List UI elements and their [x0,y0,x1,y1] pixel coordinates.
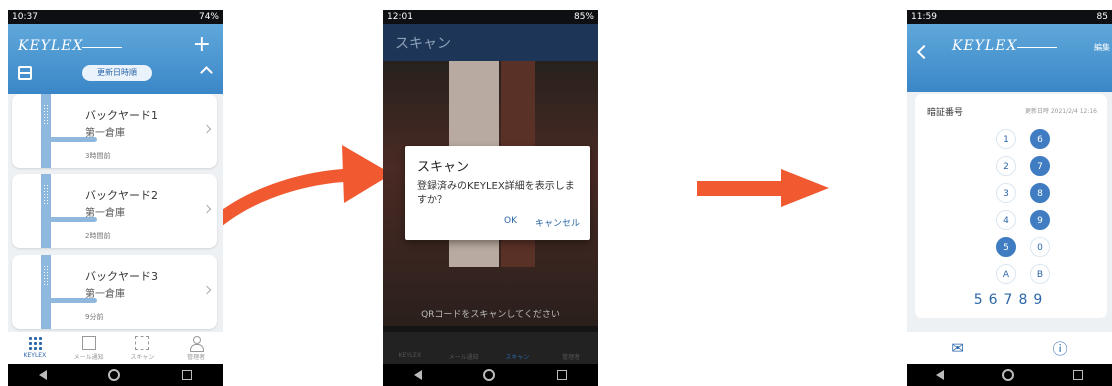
back-icon[interactable] [413,370,422,380]
back-icon[interactable] [38,370,47,380]
keypad-key-5[interactable]: 5 [996,237,1016,257]
person-icon [189,336,205,352]
status-time: 10:37 [12,12,38,22]
logo-line [1017,47,1057,48]
lock-card[interactable]: バックヤード3 第一倉庫 9分前 [12,255,217,329]
tab-mail[interactable]: メール通知 [66,336,111,364]
status-bar: 12:01 85% [383,10,598,24]
keypad-key-9[interactable]: 9 [1030,210,1050,230]
keypad-key-4[interactable]: 4 [996,210,1016,230]
dialog-actions: OK キャンセル [504,216,580,229]
tab-admin[interactable]: 管理者 [549,336,594,364]
grid-icon [27,336,42,350]
card-time: 9分前 [85,313,104,321]
bottom-tab-bar: KEYLEX メール通知 スキャン 管理者 [383,332,598,364]
chevron-right-icon [202,204,212,214]
lock-card[interactable]: バックヤード2 第一倉庫 2時間前 [12,174,217,248]
back-icon[interactable] [936,370,945,380]
keypad-key-6[interactable]: 6 [1030,129,1050,149]
back-arrow-icon[interactable] [916,44,932,60]
home-icon[interactable] [483,369,496,381]
card-time: 2時間前 [85,232,111,240]
tab-keylex[interactable]: KEYLEX [387,336,432,364]
keypad-key-8[interactable]: 8 [1030,183,1050,203]
updated-time: 更新日時 2021/2/4 12:16 [1024,108,1097,115]
ok-button[interactable]: OK [504,216,517,229]
chevron-right-icon [202,124,212,134]
tab-scan[interactable]: スキャン [120,336,165,364]
status-battery: 85 [1096,12,1108,22]
phone-list-screen: 10:37 74% KEYLEX + 更新日時順 バックヤード1 第一倉庫 3時… [8,10,223,386]
recent-apps-icon[interactable] [182,370,193,380]
tab-admin[interactable]: 管理者 [174,336,219,364]
recent-apps-icon[interactable] [1072,370,1083,380]
card-name: バックヤード1 [85,109,158,122]
scan-header: スキャン [383,24,598,61]
app-header: KEYLEX + 更新日時順 [8,24,223,94]
status-bar: 10:37 74% [8,10,223,24]
person-icon [564,336,578,350]
mail-icon [457,336,471,350]
home-icon[interactable] [108,369,121,381]
status-time: 11:59 [911,12,937,22]
card-location: 第一倉庫 [85,289,125,300]
keypad-key-3[interactable]: 3 [996,183,1016,203]
system-nav [8,364,223,386]
card-time: 3時間前 [85,152,111,160]
right-arrow-head [781,169,829,207]
keypad-key-1[interactable]: 1 [996,129,1016,149]
qr-icon [510,336,524,350]
status-battery: 74% [198,12,219,22]
recent-apps-icon[interactable] [557,370,568,380]
detail-header: KEYLEX 編集 [907,24,1112,92]
tab-keylex[interactable]: KEYLEX [12,336,57,364]
mail-icon[interactable]: ✉ [951,339,964,357]
status-battery: 85% [573,12,594,22]
keypad: 1 6 2 7 3 8 4 9 5 0 A B [996,129,1050,284]
keypad-key-b[interactable]: B [1030,264,1050,284]
detail-tab-bar: ✉ ⓘ [907,332,1112,364]
bottom-tab-bar: KEYLEX メール通知 スキャン 管理者 [8,332,223,364]
status-bar: 11:59 85 [907,10,1112,24]
logo-line [82,47,122,48]
dialog-message: 登録済みのKEYLEX詳細を表示しますか？ [417,181,575,206]
dialog-title: スキャン [417,160,470,175]
scan-instruction: QRコードをスキャンしてください [421,310,560,320]
sort-button[interactable]: 更新日時順 [82,65,152,81]
list-view-icon[interactable] [18,66,32,80]
keypad-key-7[interactable]: 7 [1030,156,1050,176]
phone-pin-screen: 11:59 85 KEYLEX 編集 暗証番号 更新日時 2021/2/4 12… [907,10,1112,386]
lock-card[interactable]: バックヤード1 第一倉庫 3時間前 [12,94,217,168]
status-time: 12:01 [387,12,413,22]
card-location: 第一倉庫 [85,208,125,219]
system-nav [907,364,1112,386]
phone-scan-screen: 12:01 85% スキャン QRコードをスキャンしてください スキャン 登録済… [383,10,598,386]
cancel-button[interactable]: キャンセル [535,216,580,229]
keylex-logo: KEYLEX [18,38,84,54]
info-icon[interactable]: ⓘ [1053,338,1068,359]
mail-icon [81,336,96,350]
keypad-key-2[interactable]: 2 [996,156,1016,176]
pin-panel: 暗証番号 更新日時 2021/2/4 12:16 1 6 2 7 3 8 4 9… [915,94,1107,318]
tab-mail[interactable]: メール通知 [441,336,486,364]
pin-code: 56789 [973,292,1049,308]
grid-icon [403,336,417,350]
keylex-logo: KEYLEX [952,38,1018,54]
chevron-right-icon [202,285,212,295]
add-icon[interactable]: + [193,32,211,57]
keypad-key-a[interactable]: A [996,264,1016,284]
scan-dialog: スキャン 登録済みのKEYLEX詳細を表示しますか？ OK キャンセル [405,146,590,240]
chevron-up-icon[interactable] [200,66,213,79]
system-nav [383,364,598,386]
home-icon[interactable] [1002,369,1015,381]
right-arrow [697,181,782,196]
card-location: 第一倉庫 [85,128,125,139]
keypad-key-0[interactable]: 0 [1030,237,1050,257]
edit-button[interactable]: 編集 [1094,42,1110,53]
card-name: バックヤード2 [85,189,158,202]
qr-icon [135,336,150,350]
card-name: バックヤード3 [85,270,158,283]
tab-scan[interactable]: スキャン [495,336,540,364]
pin-label: 暗証番号 [927,108,964,118]
